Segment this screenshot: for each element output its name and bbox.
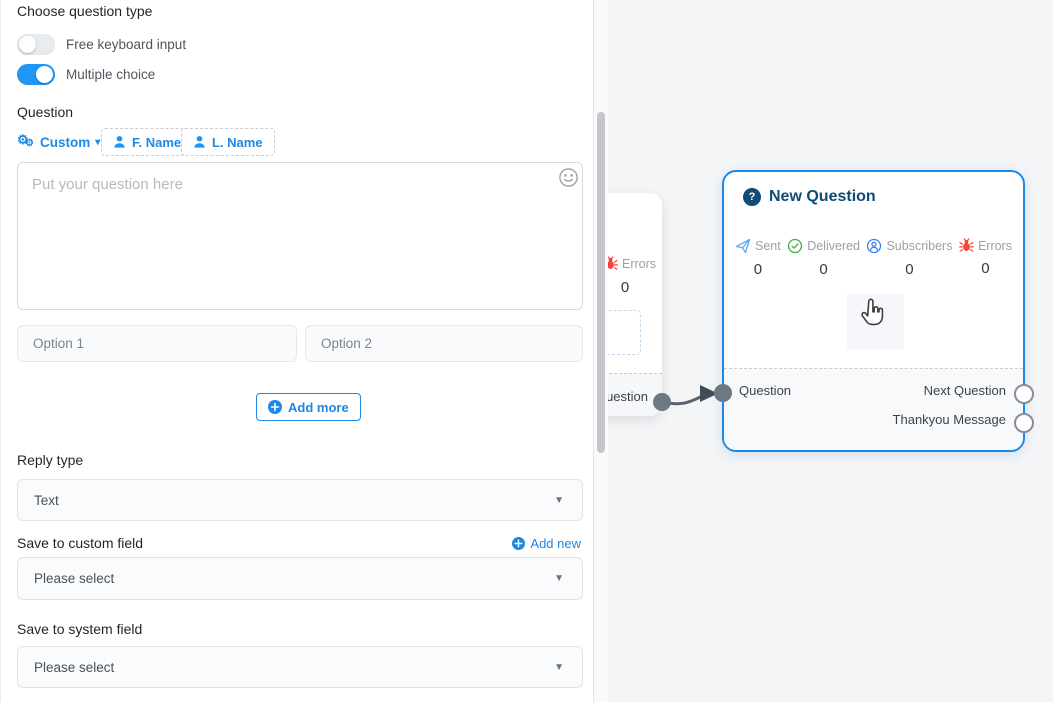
person-icon [193, 135, 206, 149]
select-value: Text [34, 493, 59, 508]
stat-delivered: Delivered 0 [787, 238, 860, 278]
stat-value: 0 [754, 261, 762, 278]
stat-label: Errors [622, 257, 656, 271]
caret-down-icon: ▾ [95, 137, 100, 148]
node-title: New Question [769, 188, 876, 206]
first-name-field-button[interactable]: F. Name [101, 128, 193, 156]
stat-label: Sent [755, 239, 781, 253]
stat-label: Errors [978, 239, 1012, 253]
panel-scrollbar [594, 0, 608, 702]
thankyou-message-port[interactable] [1014, 413, 1034, 433]
select-value: Please select [34, 660, 114, 675]
add-new-label: Add new [530, 536, 581, 551]
gears-icon: ⚙⚙ [17, 134, 35, 150]
question-text-input[interactable] [17, 162, 583, 310]
reply-type-label: Reply type [17, 452, 83, 468]
toggle-label: Free keyboard input [66, 37, 186, 52]
scrollbar-thumb[interactable] [597, 112, 605, 453]
question-badge-icon: ? [743, 188, 761, 206]
stat-label: Subscribers [886, 239, 952, 253]
option-2-input[interactable] [305, 325, 583, 362]
custom-field-select[interactable]: Please select ▼ [17, 557, 583, 600]
question-settings-panel: Choose question type Free keyboard input… [0, 0, 594, 702]
check-circle-icon [787, 238, 803, 254]
person-icon [113, 135, 126, 149]
stat-value: 0 [819, 261, 827, 278]
output-port-label: Next Question [924, 383, 1006, 398]
reply-type-select[interactable]: Text ▼ [17, 479, 583, 521]
custom-fields-dropdown-button[interactable]: ⚙⚙ Custom ▾ [17, 128, 100, 156]
add-new-custom-field-link[interactable]: Add new [512, 536, 581, 551]
question-type-label: Choose question type [17, 3, 152, 19]
plus-circle-icon [512, 537, 525, 550]
stat-label: Delivered [807, 239, 860, 253]
node-header: ? New Question [743, 188, 876, 206]
custom-field-label: Save to custom field [17, 535, 143, 551]
flow-builder-app: Errors 0 Question ? New Question Sent [0, 0, 1053, 702]
stat-errors: Errors [603, 256, 656, 271]
toggle-knob [19, 36, 36, 53]
hand-cursor-icon [857, 297, 887, 329]
stat-value: 0 [981, 260, 989, 277]
output-port-label: Thankyou Message [893, 412, 1006, 427]
field-button-label: F. Name [132, 135, 181, 150]
option-1-input[interactable] [17, 325, 297, 362]
bug-icon [959, 238, 974, 253]
plus-circle-icon [268, 400, 282, 414]
system-field-label: Save to system field [17, 621, 142, 637]
free-keyboard-toggle[interactable] [17, 34, 55, 55]
stat-subscribers: Subscribers 0 [866, 238, 952, 278]
caret-down-icon: ▼ [554, 573, 564, 584]
emoji-picker-icon[interactable] [558, 167, 579, 188]
custom-button-label: Custom [40, 135, 90, 150]
node-stats: Sent 0 Delivered 0 Subscribers [724, 238, 1023, 278]
last-name-field-button[interactable]: L. Name [181, 128, 275, 156]
caret-down-icon: ▼ [554, 495, 564, 506]
multiple-choice-toggle-row: Multiple choice [17, 63, 155, 85]
stat-value: 0 [605, 279, 645, 296]
send-icon [735, 238, 751, 254]
system-field-select[interactable]: Please select ▼ [17, 646, 583, 688]
free-keyboard-toggle-row: Free keyboard input [17, 33, 186, 55]
select-value: Please select [34, 571, 114, 586]
field-button-label: L. Name [212, 135, 263, 150]
stat-errors: Errors 0 [959, 238, 1012, 278]
question-section-label: Question [17, 104, 73, 120]
subscriber-icon [866, 238, 882, 254]
multiple-choice-toggle[interactable] [17, 64, 55, 85]
caret-down-icon: ▼ [554, 662, 564, 673]
toggle-knob [36, 66, 53, 83]
input-port-label: Question [739, 383, 791, 398]
toggle-label: Multiple choice [66, 67, 155, 82]
add-more-label: Add more [288, 400, 349, 415]
stat-sent: Sent 0 [735, 238, 781, 278]
node-footer: Question Next Question Thankyou Message [724, 368, 1023, 450]
stat-value: 0 [905, 261, 913, 278]
next-question-port[interactable] [1014, 384, 1034, 404]
add-more-button[interactable]: Add more [256, 393, 361, 421]
